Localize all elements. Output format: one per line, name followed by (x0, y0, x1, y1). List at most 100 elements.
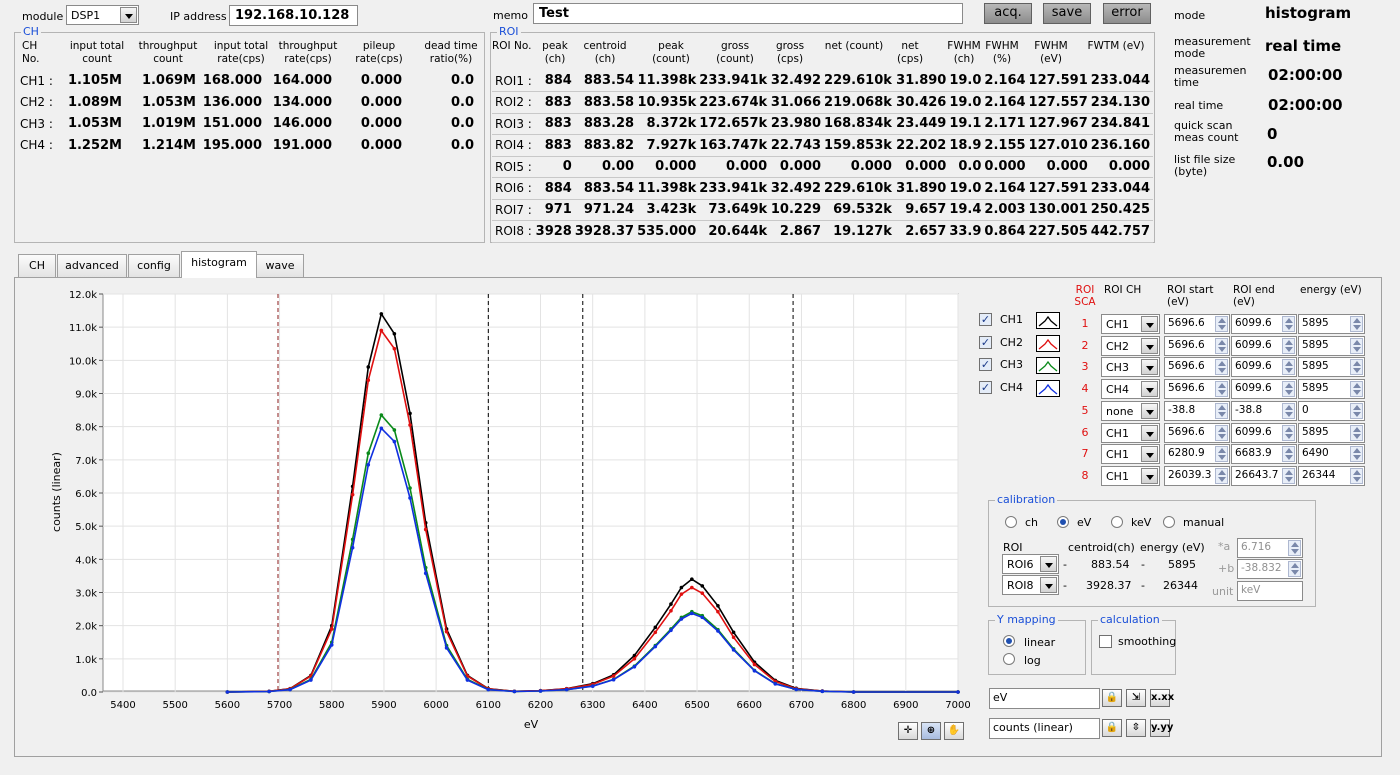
sca-value-field[interactable]: 5696.6 (1164, 379, 1230, 400)
histogram-chart[interactable]: 5400 5500 5600 5700 5800 5900 6000 6100 6200 6300… (20, 282, 970, 737)
y-autoscale-icon[interactable]: ⇳ (1126, 719, 1146, 737)
legend-plot-style-icon[interactable] (1036, 312, 1060, 329)
spin-arrows-icon[interactable] (1350, 316, 1363, 332)
save-button[interactable]: save (1043, 3, 1091, 24)
spin-arrows-icon[interactable] (1350, 337, 1363, 354)
sca-value-field[interactable]: 6099.6 (1231, 357, 1297, 378)
sca-value-field[interactable]: 5895 (1298, 379, 1365, 400)
spin-arrows-icon[interactable] (1282, 359, 1295, 376)
legend-plot-style-icon[interactable] (1036, 357, 1060, 374)
crosshair-tool-icon[interactable]: ✛ (898, 722, 918, 740)
tab-advanced[interactable]: advanced (57, 254, 127, 277)
sca-ch-select[interactable]: CH3 (1101, 357, 1160, 378)
chevron-down-icon[interactable] (1141, 337, 1158, 354)
sca-value-field[interactable]: 5696.6 (1164, 314, 1230, 334)
sca-value-field[interactable]: 5696.6 (1164, 422, 1230, 443)
sca-value-field[interactable]: 5696.6 (1164, 357, 1230, 378)
spin-arrows-icon[interactable] (1282, 467, 1295, 484)
y-format-icon[interactable]: y.yy (1150, 719, 1173, 737)
chevron-down-icon[interactable] (1141, 446, 1158, 463)
spin-arrows-icon[interactable] (1282, 337, 1295, 354)
spin-arrows-icon[interactable] (1350, 424, 1363, 441)
cal-ev-radio[interactable] (1057, 516, 1069, 528)
tab-config[interactable]: config (128, 254, 180, 277)
sca-value-field[interactable]: 5895 (1298, 335, 1365, 356)
chevron-down-icon[interactable] (1040, 556, 1057, 572)
error-button[interactable]: error (1103, 3, 1151, 24)
chevron-down-icon[interactable] (1141, 359, 1158, 376)
x-format-icon[interactable]: x.xx (1150, 689, 1174, 707)
sca-value-field[interactable]: 6490 (1298, 444, 1365, 465)
pan-hand-icon[interactable]: ✋ (944, 722, 964, 740)
legend-checkbox-ch2[interactable]: ✓ (979, 335, 992, 349)
x-autoscale-icon[interactable]: ⇲ (1126, 689, 1146, 707)
cal-roi-select-2[interactable]: ROI8 (1002, 575, 1059, 595)
sca-value-field[interactable]: 26643.7 (1231, 465, 1297, 486)
sca-value-field[interactable]: 5696.6 (1164, 335, 1230, 356)
spin-arrows-icon[interactable] (1215, 359, 1228, 376)
spin-arrows-icon[interactable] (1282, 446, 1295, 463)
module-select[interactable]: DSP1 (66, 5, 139, 25)
sca-value-field[interactable]: 5895 (1298, 357, 1365, 378)
sca-value-field[interactable]: 6099.6 (1231, 379, 1297, 400)
memo-field[interactable]: Test (533, 3, 963, 24)
spin-arrows-icon[interactable] (1350, 381, 1363, 398)
tab-wave[interactable]: wave (256, 254, 304, 277)
sca-value-field[interactable]: 5895 (1298, 422, 1365, 443)
sca-value-field[interactable]: 6099.6 (1231, 314, 1297, 334)
spin-arrows-icon[interactable] (1350, 402, 1363, 419)
sca-value-field[interactable]: 6099.6 (1231, 335, 1297, 356)
sca-value-field[interactable]: 26039.3 (1164, 465, 1230, 486)
tab-ch[interactable]: CH (18, 254, 56, 277)
chevron-down-icon[interactable] (1040, 577, 1057, 593)
sca-ch-select[interactable]: CH4 (1101, 379, 1160, 400)
sca-value-field[interactable]: -38.8 (1164, 400, 1230, 421)
lock-icon[interactable]: 🔒 (1102, 689, 1122, 707)
sca-ch-select[interactable]: CH1 (1101, 422, 1160, 443)
spin-arrows-icon[interactable] (1282, 381, 1295, 398)
legend-checkbox-ch1[interactable]: ✓ (979, 313, 992, 326)
spin-arrows-icon[interactable] (1350, 359, 1363, 376)
legend-plot-style-icon[interactable] (1036, 334, 1060, 352)
sca-ch-select[interactable]: none (1101, 400, 1160, 421)
spin-arrows-icon[interactable] (1282, 316, 1295, 332)
legend-plot-style-icon[interactable] (1036, 379, 1060, 397)
lock-icon[interactable]: 🔒 (1102, 719, 1122, 737)
sca-value-field[interactable]: 26344 (1298, 465, 1365, 486)
sca-ch-select[interactable]: CH1 (1101, 465, 1160, 486)
sca-value-field[interactable]: 6099.6 (1231, 422, 1297, 443)
cal-manual-radio[interactable] (1163, 516, 1175, 528)
sca-value-field[interactable]: 0 (1298, 400, 1365, 421)
spin-arrows-icon[interactable] (1282, 402, 1295, 419)
cal-ch-radio[interactable] (1005, 516, 1017, 528)
ymap-linear-radio[interactable] (1003, 635, 1015, 647)
y-axis-name-field[interactable]: counts (linear) (989, 718, 1100, 739)
spin-arrows-icon[interactable] (1215, 337, 1228, 354)
sca-value-field[interactable]: -38.8 (1231, 400, 1297, 421)
chevron-down-icon[interactable] (1141, 381, 1158, 398)
spin-arrows-icon[interactable] (1215, 424, 1228, 441)
spin-arrows-icon[interactable] (1215, 316, 1228, 332)
chevron-down-icon[interactable] (120, 7, 137, 23)
cal-roi-select-1[interactable]: ROI6 (1002, 554, 1059, 574)
sca-ch-select[interactable]: CH2 (1101, 335, 1160, 356)
chevron-down-icon[interactable] (1141, 467, 1158, 484)
sca-value-field[interactable]: 6280.9 (1164, 444, 1230, 465)
cal-kev-radio[interactable] (1111, 516, 1123, 528)
ip-field[interactable]: 192.168.10.128 (229, 5, 358, 26)
spin-arrows-icon[interactable] (1215, 381, 1228, 398)
spin-arrows-icon[interactable] (1215, 446, 1228, 463)
acq-button[interactable]: acq. (984, 3, 1032, 24)
zoom-tool-icon[interactable]: ⊕ (921, 722, 941, 740)
legend-checkbox-ch4[interactable]: ✓ (979, 380, 992, 394)
sca-ch-select[interactable]: CH1 (1101, 444, 1160, 465)
spin-arrows-icon[interactable] (1215, 467, 1228, 484)
x-axis-name-field[interactable]: eV (989, 688, 1100, 709)
spin-arrows-icon[interactable] (1350, 467, 1363, 484)
spin-arrows-icon[interactable] (1282, 424, 1295, 441)
chevron-down-icon[interactable] (1141, 316, 1158, 332)
sca-value-field[interactable]: 6683.9 (1231, 444, 1297, 465)
sca-ch-select[interactable]: CH1 (1101, 314, 1160, 334)
smoothing-checkbox[interactable] (1099, 635, 1112, 648)
legend-checkbox-ch3[interactable]: ✓ (979, 358, 992, 371)
